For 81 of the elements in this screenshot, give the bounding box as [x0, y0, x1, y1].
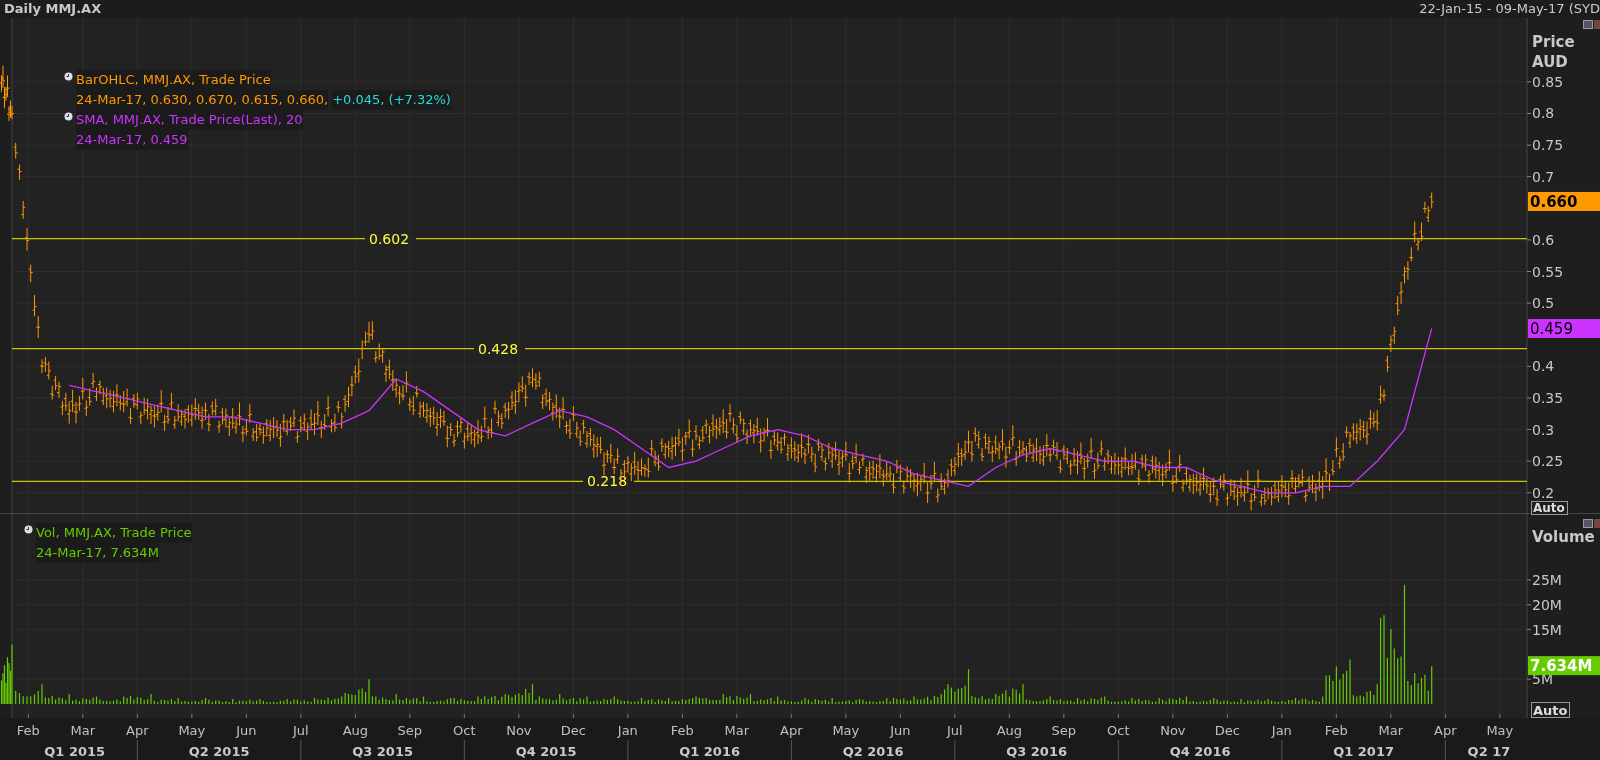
month-label: Aug	[342, 723, 369, 738]
legend-series-name: Vol, MMJ.AX, Trade Price	[36, 523, 192, 543]
axis-tick-label: 20M	[1532, 596, 1562, 613]
month-label: Feb	[16, 723, 40, 738]
level-line[interactable]	[11, 348, 1528, 350]
legend-change: +0.045, (+7.32%)	[332, 90, 451, 110]
quarter-label: Q1 2016	[679, 744, 740, 759]
level-line[interactable]	[11, 480, 1528, 482]
axis-tick-label: 15M	[1532, 621, 1562, 638]
axis-tick-label: 25M	[1532, 572, 1562, 588]
month-label: Nov	[506, 723, 532, 738]
quarter-label: Q1 2015	[44, 744, 106, 759]
axis-tick-label: 0.6	[1532, 231, 1555, 248]
legend-values: 24-Mar-17, 0.630, 0.670, 0.615, 0.660,	[76, 90, 329, 110]
month-label: Apr	[780, 723, 803, 738]
axis-tick-label: 0.85	[1532, 73, 1564, 90]
axis-tick-label: 0.4	[1532, 358, 1555, 375]
month-label: Dec	[560, 723, 586, 738]
month-label: Jul	[293, 723, 309, 738]
chart-title: Daily MMJ.AX	[4, 0, 102, 18]
axis-tick-label: 0.25	[1532, 453, 1564, 470]
level-label: 0.428	[478, 340, 519, 357]
axis-tick-label: 0.3	[1532, 421, 1555, 438]
auto-scale-button[interactable]: Auto	[1531, 702, 1570, 718]
level-label: 0.602	[369, 230, 410, 247]
month-label: Sep	[397, 723, 423, 738]
month-label: Feb	[670, 723, 694, 738]
axis-tick-label: 0.75	[1532, 137, 1564, 154]
restore-icon[interactable]	[1583, 20, 1593, 29]
month-label: Jun	[890, 723, 911, 738]
month-label: Mar	[724, 723, 750, 738]
volume-badge: 7.634M	[1528, 656, 1600, 676]
quarter-label: Q3 2015	[352, 744, 413, 759]
level-line[interactable]	[11, 238, 1528, 240]
month-label: Dec	[1214, 723, 1240, 738]
legend-values: 24-Mar-17, 0.459	[76, 130, 188, 150]
axis-title: Volume	[1532, 528, 1595, 546]
legend-series-name: SMA, MMJ.AX, Trade Price(Last), 20	[76, 110, 303, 130]
month-label: Apr	[126, 723, 149, 738]
month-label: May	[178, 723, 206, 738]
axis-title: Price	[1532, 33, 1575, 51]
month-label: Oct	[453, 723, 476, 738]
month-label: Mar	[70, 723, 96, 738]
price-badge: 0.660	[1528, 191, 1600, 211]
axis-tick-label: 0.35	[1532, 389, 1564, 406]
legend-series-name: BarOHLC, MMJ.AX, Trade Price	[76, 70, 271, 90]
quarter-label: Q2 2015	[188, 744, 250, 759]
quarter-label: Q4 2016	[1169, 744, 1231, 759]
month-label: Feb	[1324, 723, 1348, 738]
month-label: Jan	[1271, 723, 1292, 738]
axis-tick-label: 0.55	[1532, 263, 1564, 280]
month-label: Jan	[617, 723, 638, 738]
price-badge: 0.459	[1528, 319, 1600, 339]
month-label: Oct	[1107, 723, 1130, 738]
month-label: Aug	[996, 723, 1023, 738]
legend-values: 24-Mar-17, 7.634M	[36, 543, 159, 563]
quarter-label: Q4 2015	[515, 744, 577, 759]
month-label: Nov	[1160, 723, 1186, 738]
quarter-label: Q2 17	[1467, 744, 1511, 759]
clock-icon[interactable]	[64, 112, 73, 121]
month-label: Jun	[236, 723, 257, 738]
axis-tick-label: 0.2	[1532, 484, 1555, 501]
month-label: May	[832, 723, 860, 738]
axis-tick-label: 0.8	[1532, 105, 1555, 122]
quarter-label: Q2 2016	[842, 744, 904, 759]
month-label: Mar	[1378, 723, 1404, 738]
quarter-label: Q1 2017	[1333, 744, 1394, 759]
axis-tick-label: 0.7	[1532, 168, 1555, 185]
month-label: May	[1486, 723, 1514, 738]
level-label: 0.218	[586, 473, 628, 490]
month-label: Apr	[1434, 723, 1457, 738]
auto-scale-button[interactable]: Auto	[1531, 501, 1568, 515]
clock-icon[interactable]	[64, 72, 73, 81]
axis-tick-label: 0.5	[1532, 295, 1555, 312]
quarter-label: Q3 2016	[1006, 744, 1067, 759]
restore-icon[interactable]	[1583, 519, 1593, 528]
date-range: 22-Jan-15 - 09-May-17 (SYD	[1419, 0, 1600, 18]
clock-icon[interactable]	[24, 525, 33, 534]
month-label: Jul	[947, 723, 963, 738]
month-label: Sep	[1051, 723, 1077, 738]
axis-unit: AUD	[1532, 53, 1568, 71]
